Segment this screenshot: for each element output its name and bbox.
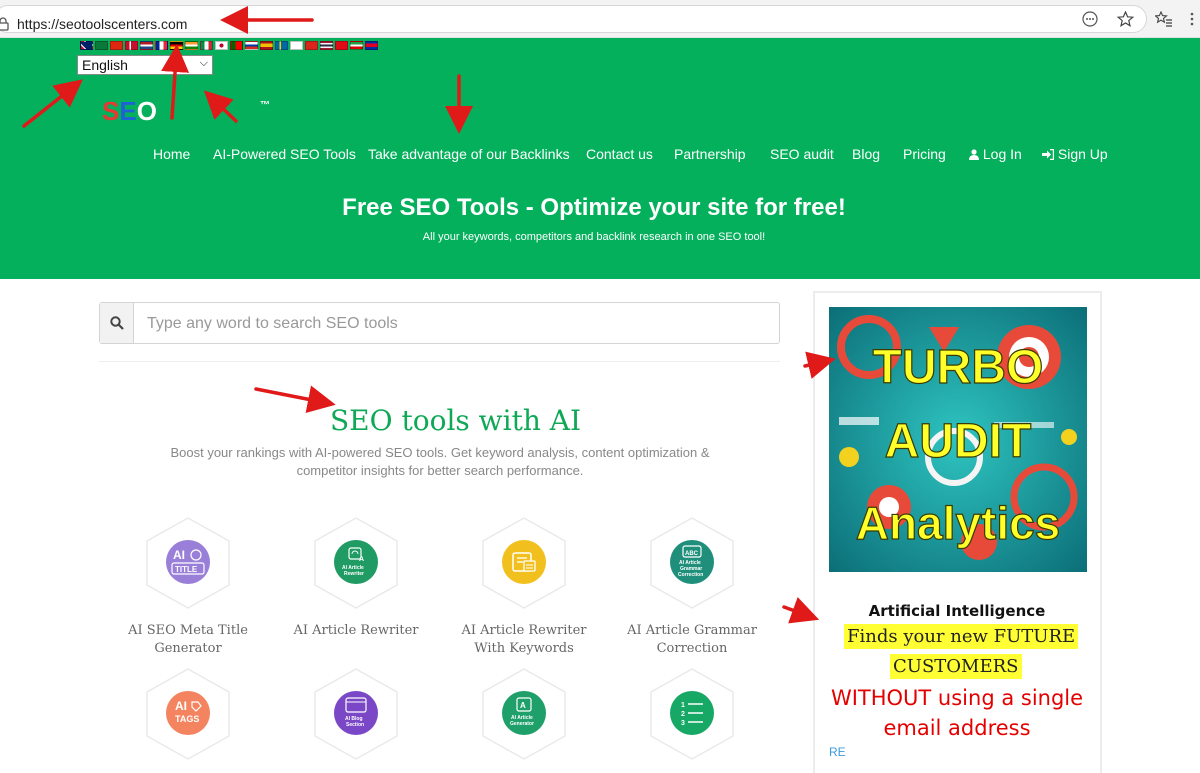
annotation-arrows bbox=[22, 6, 836, 624]
arrow-to-flags bbox=[161, 44, 190, 120]
arrow-to-banner bbox=[803, 351, 836, 379]
arrow-to-logo bbox=[203, 90, 238, 123]
arrow-to-ad-text bbox=[782, 597, 820, 624]
arrow-to-language bbox=[22, 79, 83, 128]
arrow-to-section-title bbox=[254, 385, 336, 414]
page-root: https://seotoolscenters.com English ⌵ SE… bbox=[0, 0, 1200, 773]
